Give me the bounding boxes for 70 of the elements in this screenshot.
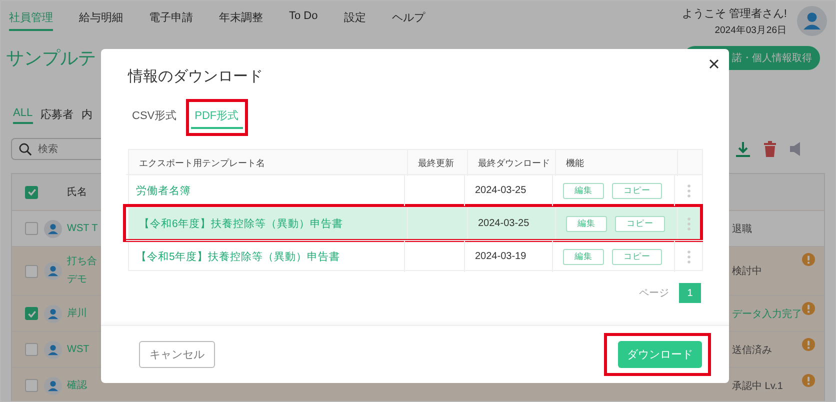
date-text: 2024年03月26日 xyxy=(714,24,787,36)
search-icon xyxy=(19,143,32,156)
close-icon[interactable] xyxy=(709,59,719,69)
nav-tab[interactable]: ヘルプ xyxy=(392,6,425,30)
employee-name[interactable]: 打ち合 xyxy=(67,253,97,271)
format-tab[interactable]: PDF形式 xyxy=(190,106,243,128)
action-button[interactable]: コピー xyxy=(612,248,662,264)
checkbox[interactable] xyxy=(25,222,38,235)
employee-name[interactable]: 岸川 xyxy=(67,304,87,322)
nav-tab[interactable]: To Do xyxy=(289,6,318,30)
nav-tab[interactable]: 年末調整 xyxy=(219,6,263,30)
status-text: 退職 xyxy=(732,222,753,236)
checkbox[interactable] xyxy=(25,343,38,356)
employee-name[interactable]: WST T xyxy=(67,220,98,238)
welcome-text: ようこそ 管理者さん! xyxy=(682,6,787,20)
action-button[interactable]: 編集 xyxy=(563,182,604,198)
more-icon[interactable] xyxy=(687,184,691,198)
download-date: 2024-03-19 xyxy=(475,251,526,262)
more-icon[interactable] xyxy=(687,250,691,264)
nav-tab[interactable]: 社員管理 xyxy=(9,6,53,30)
more-icon[interactable] xyxy=(687,216,691,230)
status-text: データ入力完了 xyxy=(732,308,802,320)
nav-tab[interactable]: 電子申請 xyxy=(149,6,193,30)
cancel-button[interactable]: キャンセル xyxy=(139,341,215,368)
checkbox[interactable] xyxy=(25,186,38,198)
action-button[interactable]: コピー xyxy=(612,182,662,198)
column-header: 最終ダウンロード xyxy=(478,156,550,170)
template-name[interactable]: 労働者名簿 xyxy=(136,184,191,198)
avatar-icon xyxy=(44,304,62,322)
checkbox[interactable] xyxy=(25,264,38,278)
checkbox[interactable] xyxy=(25,379,38,392)
template-name[interactable]: 【令和5年度】扶養控除等（異動）申告書 xyxy=(136,250,340,264)
action-button[interactable]: 編集 xyxy=(563,248,604,264)
column-header: エクスポート用テンプレート名 xyxy=(139,156,265,170)
employee-name[interactable]: WST xyxy=(67,340,90,358)
avatar-icon xyxy=(44,220,62,238)
template-name[interactable]: 【令和6年度】扶養控除等（異動）申告書 xyxy=(139,216,343,230)
status-text: 承認中 Lv.1 xyxy=(732,380,784,392)
trash-icon[interactable] xyxy=(763,141,777,157)
action-button[interactable]: コピー xyxy=(615,216,665,232)
template-row[interactable]: 【令和6年度】扶養控除等（異動）申告書 2024-03-25 編集 コピー xyxy=(129,207,700,239)
format-tab[interactable]: CSV形式 xyxy=(128,106,181,128)
avatar-icon xyxy=(44,262,62,280)
filter-tab[interactable]: ALL xyxy=(13,104,33,124)
nav-tab[interactable]: 設定 xyxy=(344,6,366,30)
filter-tab[interactable]: 内 xyxy=(82,104,93,124)
download-date: 2024-03-25 xyxy=(475,185,526,196)
dialog-title: 情報のダウンロード xyxy=(128,67,264,87)
checkbox[interactable] xyxy=(25,307,38,320)
avatar-icon xyxy=(44,376,62,394)
avatar-icon xyxy=(44,340,62,358)
action-button[interactable]: 編集 xyxy=(566,216,607,232)
page-label: ページ xyxy=(639,287,669,300)
template-row[interactable]: 労働者名簿 2024-03-25 編集 コピー xyxy=(126,174,703,206)
company-title: サンプルテ xyxy=(6,47,96,70)
filter-tab[interactable]: 応募者 xyxy=(40,104,74,124)
employee-name[interactable]: デモ xyxy=(67,271,87,289)
employee-name[interactable]: 確認 xyxy=(67,376,87,394)
download-icon[interactable] xyxy=(735,141,751,157)
status-text: 送信済み xyxy=(732,344,773,356)
page-button[interactable]: 1 xyxy=(679,283,701,303)
nav-tab[interactable]: 給与明細 xyxy=(79,6,123,30)
template-row[interactable]: 【令和5年度】扶養控除等（異動）申告書 2024-03-19 編集 コピー xyxy=(126,240,703,272)
download-date: 2024-03-25 xyxy=(478,218,530,229)
avatar-icon[interactable] xyxy=(797,6,827,36)
column-header: 氏名 xyxy=(67,186,87,199)
download-button[interactable]: ダウンロード xyxy=(618,341,702,368)
column-header: 機能 xyxy=(566,156,584,170)
status-text: 検討中 xyxy=(732,264,763,278)
column-header: 最終更新 xyxy=(418,156,454,170)
